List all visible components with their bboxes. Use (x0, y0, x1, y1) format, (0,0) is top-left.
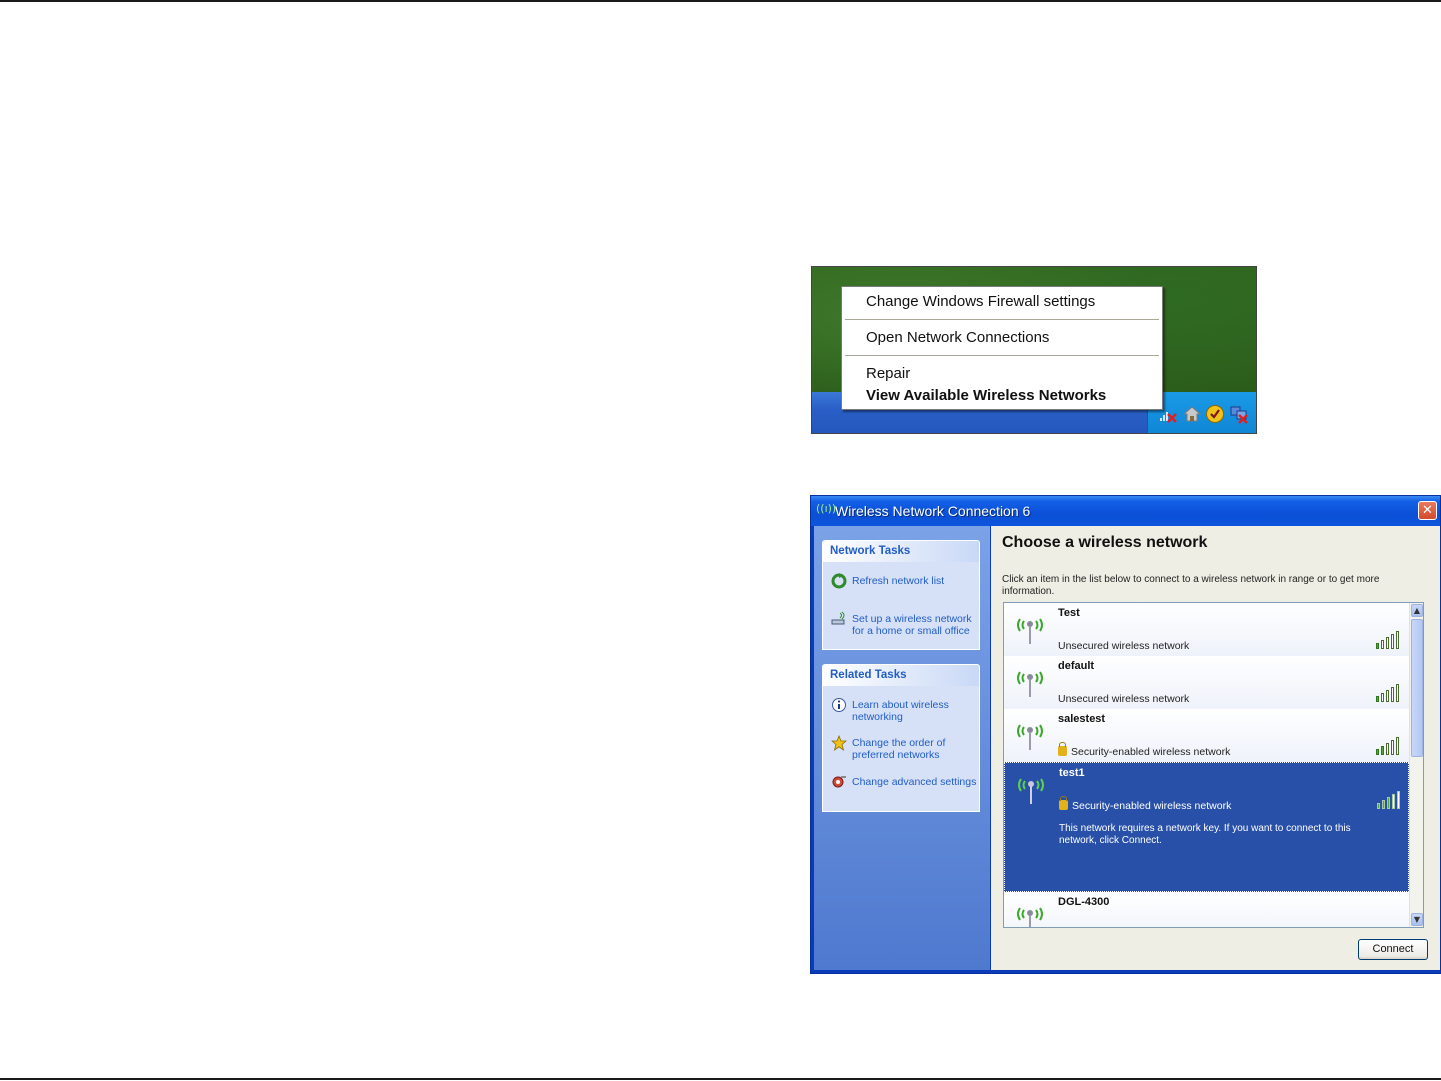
menu-item-repair[interactable]: Repair (866, 365, 910, 382)
network-name: Test (1058, 607, 1080, 619)
refresh-icon (831, 573, 847, 589)
refresh-network-list-link[interactable]: Refresh network list (852, 575, 977, 587)
system-tray (1147, 392, 1256, 433)
network-tasks-panel: Network Tasks Refresh network list Set u… (822, 540, 980, 650)
network-item-dgl-4300[interactable]: DGL-4300 (1004, 892, 1409, 927)
signal-strength-icon (1376, 629, 1406, 649)
top-rule (0, 0, 1441, 2)
settings-icon (831, 774, 847, 790)
network-name: DGL-4300 (1058, 896, 1110, 908)
menu-item-open-network-connections[interactable]: Open Network Connections (866, 329, 1049, 346)
menu-item-firewall-settings[interactable]: Change Windows Firewall settings (866, 293, 1095, 310)
instructions-text: Click an item in the list below to conne… (1002, 574, 1380, 597)
network-name: salestest (1058, 713, 1106, 725)
network-item-salestest[interactable]: salestest Security-enabled wireless netw… (1004, 709, 1409, 762)
wireless-network-dialog: ((ı)) Wireless Network Connection 6 ✕ Ne… (810, 495, 1441, 974)
dialog-title: Wireless Network Connection 6 (835, 503, 1031, 519)
lock-icon (1059, 796, 1068, 810)
scroll-down-button[interactable]: ▼ (1411, 913, 1423, 926)
network-item-test1[interactable]: test1 Security-enabled wireless network … (1004, 762, 1409, 892)
learn-about-wireless-link[interactable]: Learn about wireless networking (852, 699, 977, 723)
security-center-icon[interactable] (1205, 404, 1225, 424)
network-name: default (1058, 660, 1095, 672)
network-selection-pane: Choose a wireless network Click an item … (991, 526, 1440, 970)
wireless-network-icon (1017, 671, 1043, 697)
related-tasks-panel: Related Tasks Learn about wireless netwo… (822, 664, 980, 812)
network-disconnected-icon[interactable] (1229, 404, 1249, 424)
network-status: Security-enabled wireless network (1059, 796, 1232, 812)
home-network-icon[interactable] (1182, 404, 1202, 424)
signal-strength-icon (1376, 682, 1406, 702)
star-icon (830, 734, 848, 751)
task-pane: Network Tasks Refresh network list Set u… (814, 526, 990, 970)
context-menu: Change Windows Firewall settings Open Ne… (841, 286, 1163, 410)
wireless-network-icon (1017, 618, 1043, 644)
network-item-test[interactable]: Test Unsecured wireless network (1004, 603, 1409, 656)
signal-strength-icon (1376, 914, 1406, 927)
network-status-text: Security-enabled wireless network (1071, 746, 1231, 758)
related-tasks-heading: Related Tasks (823, 665, 979, 686)
wireless-network-icon (1017, 907, 1043, 927)
network-status-text: Security-enabled wireless network (1072, 800, 1232, 812)
tray-menu-screenshot: Change Windows Firewall settings Open Ne… (811, 266, 1257, 434)
lock-icon (1058, 742, 1067, 756)
page-title: Choose a wireless network (1002, 534, 1208, 551)
bottom-rule (0, 1078, 1441, 1080)
menu-item-view-wireless-networks[interactable]: View Available Wireless Networks (866, 387, 1106, 404)
network-key-message: This network requires a network key. If … (1059, 823, 1351, 846)
network-status: Unsecured wireless network (1058, 640, 1190, 652)
wireless-network-icon (1018, 778, 1044, 804)
network-status: Security-enabled wireless network (1058, 742, 1231, 758)
scroll-up-button[interactable]: ▲ (1411, 604, 1423, 617)
signal-strength-icon (1376, 735, 1406, 755)
connect-button[interactable]: Connect (1358, 939, 1428, 960)
menu-separator (845, 319, 1159, 320)
close-button[interactable]: ✕ (1418, 501, 1437, 520)
network-item-default[interactable]: default Unsecured wireless network (1004, 656, 1409, 709)
network-tasks-heading: Network Tasks (823, 541, 979, 562)
signal-strength-icon (1377, 789, 1407, 809)
change-advanced-settings-link[interactable]: Change advanced settings (852, 776, 977, 788)
wireless-network-icon (1017, 724, 1043, 750)
menu-separator (845, 355, 1159, 356)
network-status: Unsecured wireless network (1058, 693, 1190, 705)
setup-network-icon (831, 611, 847, 627)
dialog-title-bar[interactable]: ((ı)) Wireless Network Connection 6 ✕ (811, 496, 1440, 526)
setup-wireless-network-link[interactable]: Set up a wireless network for a home or … (852, 613, 977, 637)
change-network-order-link[interactable]: Change the order of preferred networks (852, 737, 977, 761)
network-list: Test Unsecured wireless network default … (1003, 602, 1424, 928)
info-icon (831, 697, 847, 713)
scroll-thumb[interactable] (1411, 619, 1423, 757)
network-list-scrollbar[interactable]: ▲ ▼ (1409, 603, 1423, 927)
network-name: test1 (1059, 767, 1085, 779)
wireless-antenna-icon: ((ı)) (816, 502, 837, 515)
